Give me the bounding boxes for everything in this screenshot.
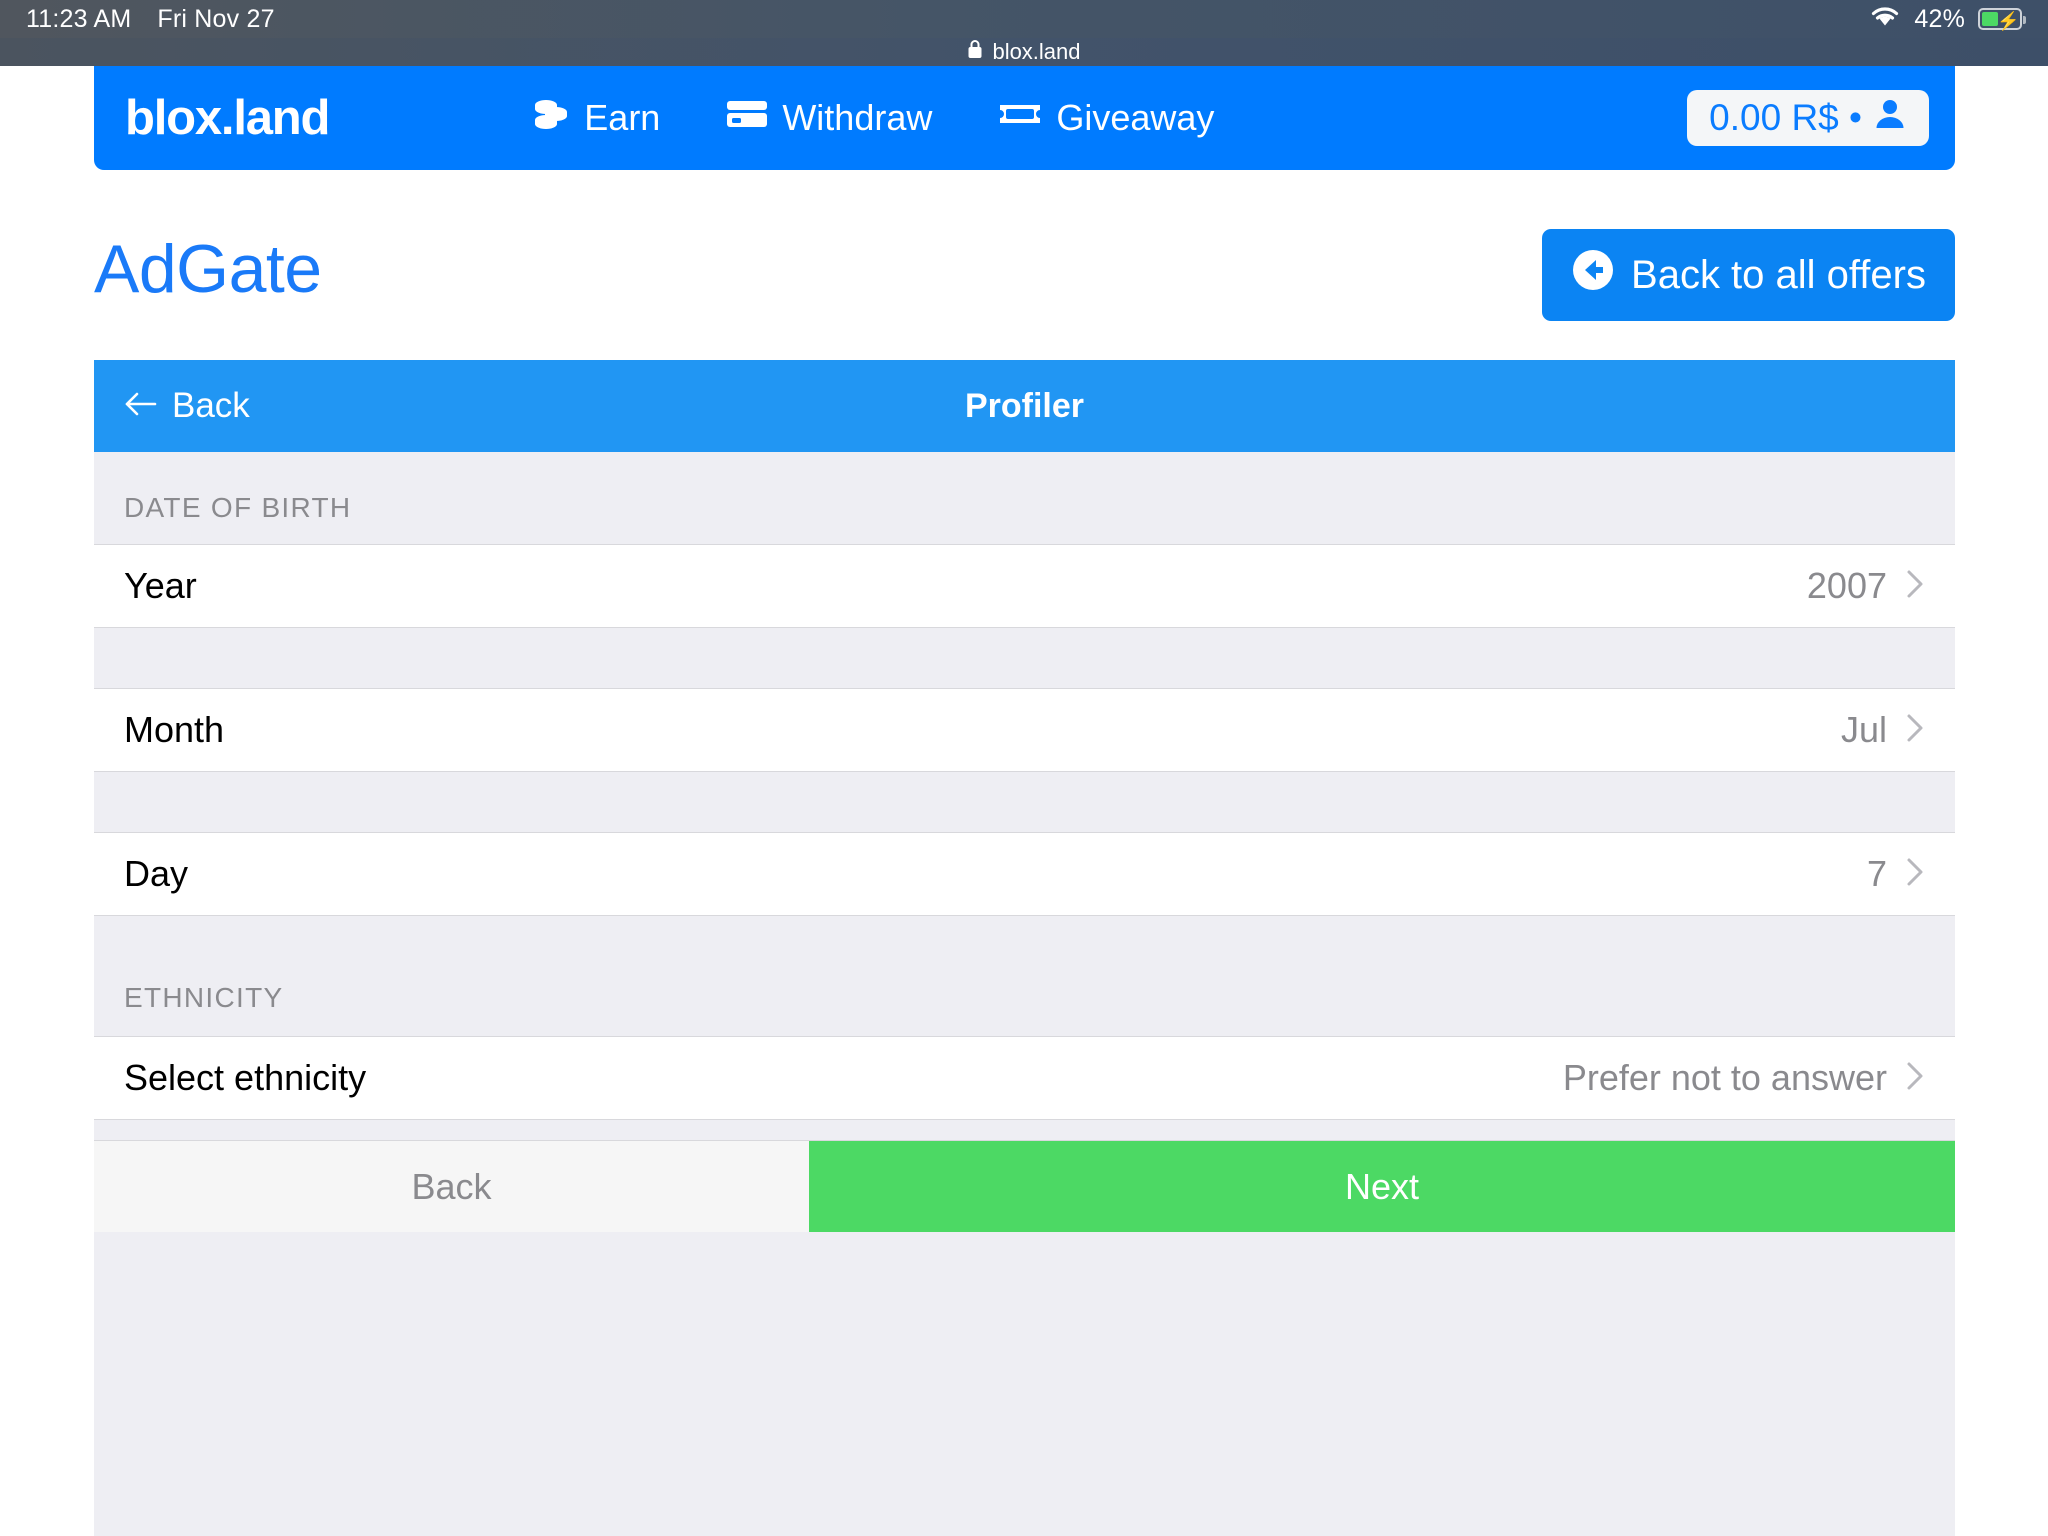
row-right-year: 2007 (1807, 565, 1925, 607)
status-bar-left: 11:23 AM Fri Nov 27 (26, 5, 275, 34)
profiler-header-bar: Back Profiler (94, 360, 1955, 452)
back-to-all-offers-label: Back to all offers (1631, 252, 1926, 297)
row-right-day: 7 (1867, 853, 1925, 895)
footer-next-button[interactable]: Next (809, 1141, 1955, 1232)
form-row-year[interactable]: Year 2007 (94, 544, 1955, 628)
footer-back-button[interactable]: Back (94, 1141, 809, 1232)
balance-account-button[interactable]: 0.00 R$ • (1687, 90, 1929, 146)
row-right-month: Jul (1841, 709, 1925, 751)
form-row-month[interactable]: Month Jul (94, 688, 1955, 772)
nav-item-giveaway[interactable]: Giveaway (998, 97, 1214, 139)
row-label-ethnicity: Select ethnicity (124, 1057, 367, 1098)
url-text: blox.land (992, 39, 1081, 64)
row-spacer (94, 772, 1955, 832)
balance-amount: 0.00 R$ • (1709, 97, 1862, 138)
coins-icon (532, 97, 570, 139)
row-value-year: 2007 (1806, 565, 1887, 606)
form-row-ethnicity[interactable]: Select ethnicity Prefer not to answer (94, 1036, 1955, 1120)
section-label-ethnicity: ETHNICITY (94, 916, 1955, 1036)
row-label-day: Day (124, 853, 189, 894)
form-row-day[interactable]: Day 7 (94, 832, 1955, 916)
profiler-footer: Back Next (94, 1140, 1955, 1232)
battery-percent-label: 42% (1914, 4, 1965, 33)
site-navbar: blox.land Earn Withdraw Giveaway 0.00 R$… (94, 66, 1955, 170)
ios-status-bar: 11:23 AM Fri Nov 27 42% ⚡ (0, 0, 2048, 38)
profiler-back-label: Back (172, 386, 250, 425)
credit-card-icon (726, 97, 768, 139)
chevron-right-icon (1905, 712, 1925, 749)
user-icon (1873, 97, 1907, 140)
status-bar-date: Fri Nov 27 (157, 4, 275, 33)
row-spacer (94, 628, 1955, 688)
nav-label-withdraw: Withdraw (782, 97, 933, 138)
arrow-left-icon (124, 386, 158, 426)
row-value-day: 7 (1866, 853, 1887, 894)
page-title: AdGate (94, 231, 322, 307)
nav-item-earn[interactable]: Earn (532, 97, 660, 139)
wifi-icon (1869, 4, 1901, 35)
row-label-month: Month (124, 709, 225, 750)
row-right-ethnicity: Prefer not to answer (1563, 1057, 1925, 1099)
section-label-dob: DATE OF BIRTH (94, 452, 1955, 544)
ticket-icon (998, 97, 1042, 139)
status-bar-time: 11:23 AM (26, 4, 132, 33)
battery-charging-icon: ⚡ (1978, 8, 2026, 31)
chevron-right-icon (1905, 1060, 1925, 1097)
site-logo[interactable]: blox.land (125, 93, 330, 143)
status-bar-right: 42% ⚡ (1869, 4, 2026, 35)
profiler-back-button[interactable]: Back (124, 386, 250, 426)
offerwall-iframe: Back Profiler DATE OF BIRTH Year 2007 Mo… (94, 360, 1955, 1536)
row-value-month: Jul (1840, 709, 1887, 750)
arrow-circle-left-icon (1571, 248, 1615, 302)
chevron-right-icon (1905, 568, 1925, 605)
navbar-links: Earn Withdraw Giveaway (532, 97, 1214, 139)
chevron-right-icon (1905, 856, 1925, 893)
nav-item-withdraw[interactable]: Withdraw (726, 97, 932, 139)
nav-label-giveaway: Giveaway (1056, 97, 1215, 138)
offer-header: AdGate Back to all offers (94, 225, 1955, 343)
page-content: blox.land Earn Withdraw Giveaway 0.00 R$… (0, 66, 2048, 1536)
lock-icon (967, 39, 983, 65)
row-label-year: Year (124, 565, 197, 606)
frame-empty-area (94, 1232, 1955, 1536)
nav-label-earn: Earn (584, 97, 661, 138)
back-to-all-offers-button[interactable]: Back to all offers (1542, 229, 1955, 321)
browser-url-bar[interactable]: blox.land (0, 38, 2048, 66)
row-value-ethnicity: Prefer not to answer (1562, 1057, 1887, 1098)
profiler-title: Profiler (964, 386, 1085, 425)
